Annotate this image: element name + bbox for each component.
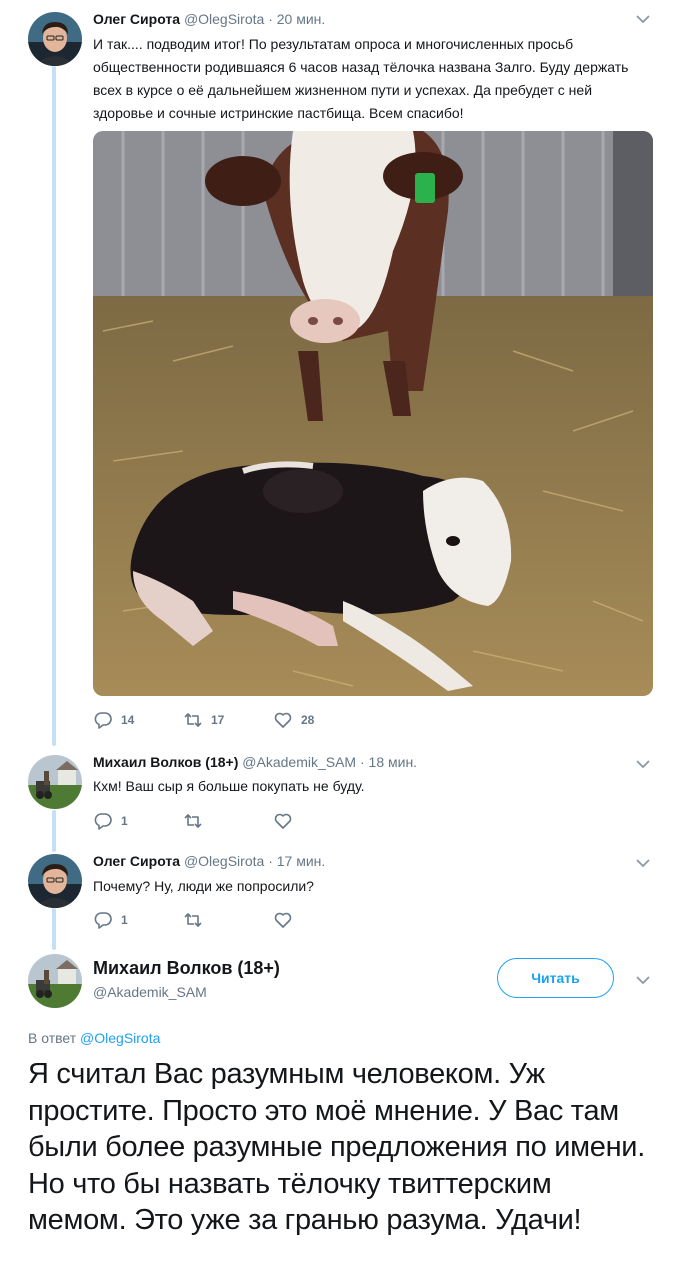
timestamp[interactable]: 18 мин. bbox=[369, 754, 418, 770]
retweet-count: 17 bbox=[211, 713, 225, 727]
retweet-icon bbox=[184, 913, 202, 927]
avatar[interactable] bbox=[28, 954, 82, 1008]
avatar[interactable] bbox=[28, 854, 82, 908]
author-name[interactable]: Олег Сирота bbox=[93, 11, 180, 27]
tweet-header: Михаил Волков (18+) @Akademik_SAM · 18 м… bbox=[93, 754, 417, 770]
like-button[interactable] bbox=[273, 910, 363, 930]
tweet-actions: 14 17 28 bbox=[93, 710, 363, 730]
author-handle[interactable]: @Akademik_SAM bbox=[93, 984, 207, 1000]
tweet: Олег Сирота @OlegSirota · 20 мин. И так.… bbox=[0, 0, 673, 750]
author-handle[interactable]: @Akademik_SAM bbox=[242, 754, 356, 770]
retweet-button[interactable] bbox=[183, 910, 273, 930]
retweet-icon bbox=[184, 713, 202, 727]
like-button[interactable] bbox=[273, 811, 363, 831]
like-icon bbox=[274, 813, 292, 829]
tweet-text: Я считал Вас разумным человеком. Уж прос… bbox=[28, 1058, 645, 1236]
chevron-down-icon[interactable] bbox=[635, 855, 651, 871]
timestamp[interactable]: 17 мин. bbox=[277, 853, 326, 869]
chevron-down-icon[interactable] bbox=[635, 972, 651, 988]
author-name[interactable]: Михаил Волков (18+) bbox=[93, 958, 280, 979]
reply-icon bbox=[94, 912, 112, 929]
like-count: 28 bbox=[301, 713, 315, 727]
reply-count: 1 bbox=[121, 913, 128, 927]
tweet-header: Олег Сирота @OlegSirota · 17 мин. bbox=[93, 853, 325, 869]
reply-button[interactable]: 1 bbox=[93, 910, 183, 930]
tweet-text: И так.... подводим итог! По результатам … bbox=[93, 36, 629, 121]
author-handle[interactable]: @OlegSirota bbox=[184, 853, 264, 869]
author-name[interactable]: Олег Сирота bbox=[93, 853, 180, 869]
tweet: Олег Сирота @OlegSirota · 17 мин. Почему… bbox=[0, 850, 673, 950]
reply-button[interactable]: 1 bbox=[93, 811, 183, 831]
chevron-down-icon[interactable] bbox=[635, 11, 651, 27]
like-icon bbox=[274, 712, 292, 728]
author-handle[interactable]: @OlegSirota bbox=[184, 11, 264, 27]
tweet-actions: 1 bbox=[93, 910, 363, 930]
reply-count: 14 bbox=[121, 713, 135, 727]
reply-button[interactable]: 14 bbox=[93, 710, 183, 730]
avatar[interactable] bbox=[28, 12, 82, 66]
reply-prefix: В ответ bbox=[28, 1030, 77, 1046]
timestamp[interactable]: 20 мин. bbox=[277, 11, 326, 27]
tweet-text: Почему? Ну, люди же попросили? bbox=[93, 878, 314, 894]
reply-count: 1 bbox=[121, 814, 128, 828]
separator-dot: · bbox=[268, 11, 273, 27]
author-name[interactable]: Михаил Волков (18+) bbox=[93, 754, 238, 770]
retweet-button[interactable] bbox=[183, 811, 273, 831]
separator-dot: · bbox=[268, 853, 273, 869]
tweet-actions: 1 bbox=[93, 811, 363, 831]
follow-button[interactable]: Читать bbox=[497, 958, 614, 998]
chevron-down-icon[interactable] bbox=[635, 756, 651, 772]
tweet-photo[interactable] bbox=[93, 131, 653, 696]
avatar[interactable] bbox=[28, 755, 82, 809]
tweet-header: Олег Сирота @OlegSirota · 20 мин. bbox=[93, 11, 325, 27]
retweet-button[interactable]: 17 bbox=[183, 710, 273, 730]
separator-dot: · bbox=[359, 754, 365, 770]
like-button[interactable]: 28 bbox=[273, 710, 363, 730]
reply-to-link[interactable]: @OlegSirota bbox=[80, 1030, 160, 1046]
reply-icon bbox=[94, 712, 112, 729]
like-icon bbox=[274, 912, 292, 928]
retweet-icon bbox=[184, 814, 202, 828]
tweet: Михаил Волков (18+) @Akademik_SAM · 18 м… bbox=[0, 750, 673, 850]
reply-context: В ответ @OlegSirota bbox=[28, 1030, 160, 1046]
reply-icon bbox=[94, 813, 112, 830]
tweet-text: Кхм! Ваш сыр я больше покупать не буду. bbox=[93, 778, 365, 794]
